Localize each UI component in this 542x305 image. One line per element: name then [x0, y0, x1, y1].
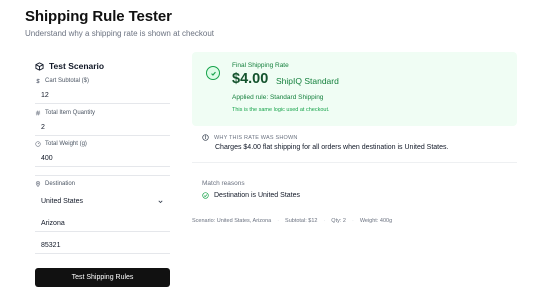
package-icon	[35, 61, 44, 71]
page-title: Shipping Rule Tester	[25, 8, 172, 25]
test-scenario-panel: Test Scenario Cart Subtotal ($) 12 Total…	[25, 52, 177, 305]
why-rate-text: Charges $4.00 flat shipping for all orde…	[215, 144, 449, 151]
test-shipping-rules-button[interactable]: Test Shipping Rules	[35, 268, 170, 287]
checkout-note: This is the same logic used at checkout.	[232, 107, 330, 113]
test-scenario-title: Test Scenario	[49, 61, 105, 71]
match-reason-item: Destination is United States	[202, 192, 300, 199]
cart-subtotal-input[interactable]: 12	[35, 87, 170, 104]
total-quantity-label: Total Item Quantity	[35, 110, 95, 116]
section-divider	[35, 175, 170, 176]
check-circle-icon	[202, 192, 209, 199]
match-reasons-title: Match reasons	[202, 180, 245, 187]
summary-separator: ·	[323, 218, 326, 224]
summary-qty: Qty: 2	[331, 218, 346, 224]
map-pin-icon	[35, 181, 41, 187]
why-rate-section: WHY THIS RATE WAS SHOWN Charges $4.00 fl…	[192, 129, 517, 163]
final-rate-label: Final Shipping Rate	[232, 62, 289, 69]
check-circle-icon	[206, 66, 220, 80]
country-select[interactable]: United States	[35, 193, 170, 210]
total-weight-input[interactable]: 400	[35, 150, 170, 167]
cart-subtotal-label: Cart Subtotal ($)	[35, 78, 89, 84]
destination-label: Destination	[35, 181, 75, 187]
total-weight-label: Total Weight (g)	[35, 141, 87, 147]
applied-rule: Applied rule: Standard Shipping	[232, 94, 324, 101]
summary-separator: ·	[277, 218, 280, 224]
final-rate-card: Final Shipping Rate $4.00 ShipIQ Standar…	[192, 52, 517, 126]
country-select-value: United States	[41, 198, 84, 205]
summary-weight: Weight: 400g	[359, 218, 393, 224]
hash-icon	[35, 110, 41, 116]
summary-subtotal: Subtotal: $12	[285, 218, 318, 224]
carrier-name: ShipIQ Standard	[276, 76, 339, 86]
final-rate-price: $4.00	[232, 71, 269, 87]
summary-separator: ·	[351, 218, 354, 224]
why-rate-heading: WHY THIS RATE WAS SHOWN	[202, 134, 298, 141]
scenario-summary: Scenario: United States, Arizona · Subto…	[192, 218, 392, 224]
scale-icon	[35, 141, 41, 147]
page-subtitle: Understand why a shipping rate is shown …	[25, 29, 214, 38]
summary-scenario: Scenario: United States, Arizona	[192, 218, 272, 224]
zip-input[interactable]: 85321	[35, 237, 170, 254]
test-scenario-heading: Test Scenario	[35, 61, 104, 71]
chevron-down-icon	[158, 200, 163, 204]
info-icon	[202, 134, 209, 141]
dollar-icon	[36, 78, 40, 84]
total-quantity-input[interactable]: 2	[35, 119, 170, 136]
state-input[interactable]: Arizona	[35, 215, 170, 232]
